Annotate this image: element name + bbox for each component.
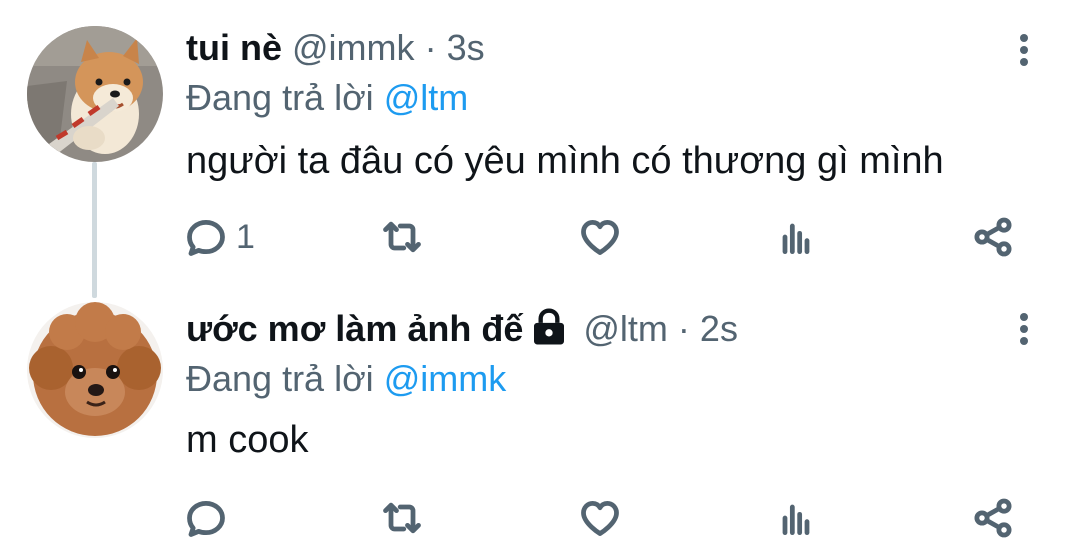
poodle-avatar-image	[27, 302, 163, 438]
avatar[interactable]	[27, 302, 163, 438]
user-handle[interactable]: @immk	[292, 27, 415, 68]
stats-icon	[782, 223, 810, 255]
replying-to-label: Đang trả lời	[186, 358, 384, 399]
share-button[interactable]	[971, 211, 1015, 263]
reply-count: 1	[236, 217, 255, 256]
replying-to-label: Đang trả lời	[186, 77, 384, 118]
like-button[interactable]	[578, 211, 622, 263]
tweet[interactable]: ước mơ làm ảnh đế @ltm · 2s Đang trả lời…	[0, 282, 1080, 555]
timestamp[interactable]: 3s	[447, 27, 485, 68]
replying-to-mention[interactable]: @ltm	[384, 77, 469, 118]
heart-icon	[581, 219, 619, 255]
more-options-button[interactable]	[1006, 307, 1042, 351]
like-button[interactable]	[578, 492, 622, 544]
stats-button[interactable]	[774, 211, 818, 263]
reply-button[interactable]	[184, 492, 236, 544]
more-vertical-icon	[1020, 34, 1028, 42]
more-options-button[interactable]	[1006, 28, 1042, 72]
share-icon	[974, 498, 1012, 538]
reply-icon	[187, 500, 225, 537]
share-button[interactable]	[971, 492, 1015, 544]
reply-button[interactable]: 1	[184, 211, 255, 263]
retweet-icon	[383, 502, 421, 534]
replying-to-mention[interactable]: @immk	[384, 358, 507, 399]
action-bar	[0, 492, 1080, 544]
avatar[interactable]	[27, 26, 163, 162]
stats-button[interactable]	[774, 492, 818, 544]
action-bar: 1	[0, 211, 1080, 263]
tweet-text: người ta đâu có yêu mình có thương gì mì…	[186, 140, 944, 182]
tweet-header: tui nè @immk · 3s	[186, 26, 485, 70]
timestamp[interactable]: 2s	[700, 308, 738, 349]
separator-dot: ·	[424, 27, 437, 68]
share-icon	[974, 217, 1012, 257]
tweet-text: m cook	[186, 419, 309, 461]
replying-to: Đang trả lời @immk	[186, 357, 506, 401]
reply-icon	[187, 219, 225, 256]
tweet[interactable]: tui nè @immk · 3s Đang trả lời @ltm ngườ…	[0, 0, 1080, 282]
retweet-icon	[383, 221, 421, 253]
display-name[interactable]: ước mơ làm ảnh đế	[186, 308, 523, 349]
separator-dot: ·	[677, 308, 690, 349]
display-name[interactable]: tui nè	[186, 27, 282, 68]
tweet-header: ước mơ làm ảnh đế @ltm · 2s	[186, 307, 738, 351]
shiba-avatar-image	[27, 26, 163, 162]
heart-icon	[581, 500, 619, 536]
stats-icon	[782, 504, 810, 536]
replying-to: Đang trả lời @ltm	[186, 76, 468, 120]
retweet-button[interactable]	[380, 211, 424, 263]
retweet-button[interactable]	[380, 492, 424, 544]
user-handle[interactable]: @ltm	[583, 308, 668, 349]
lock-icon	[534, 308, 565, 345]
more-vertical-icon	[1020, 313, 1028, 321]
